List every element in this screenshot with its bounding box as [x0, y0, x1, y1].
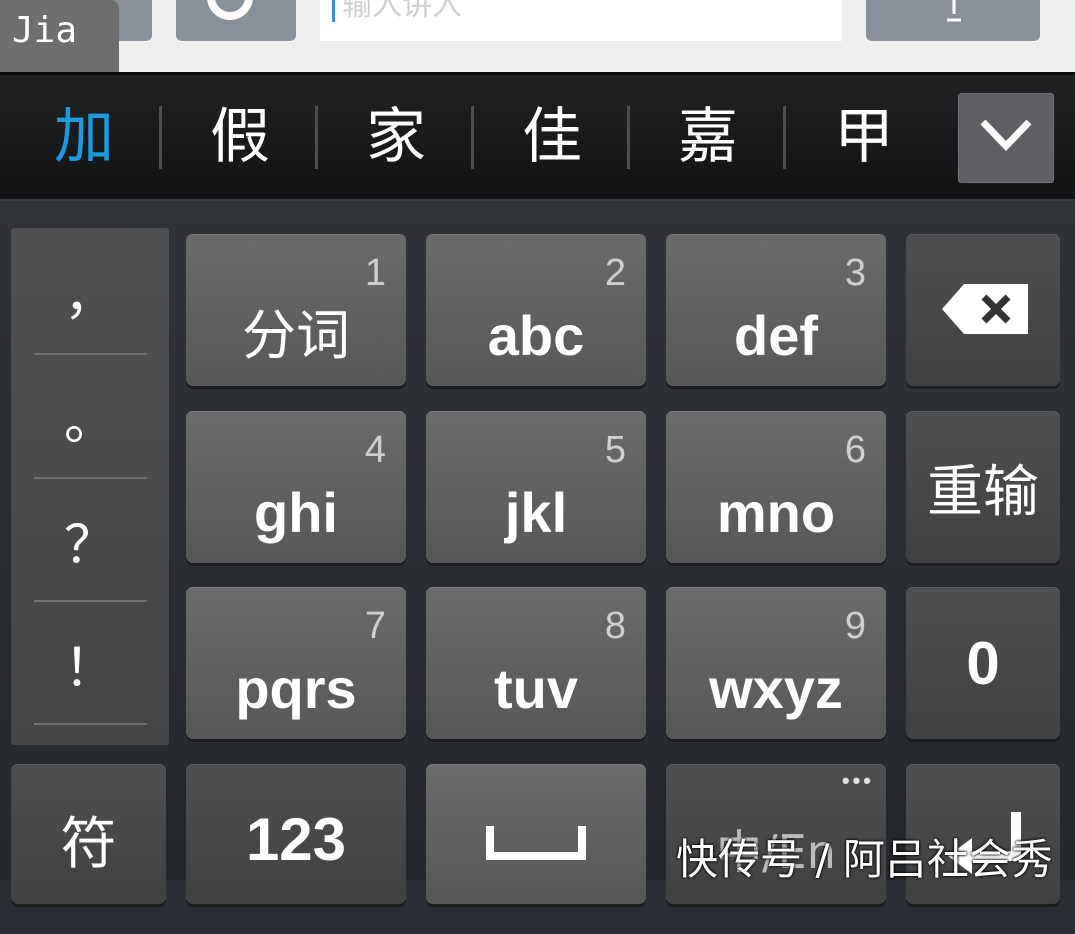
- punct-period[interactable]: 。: [11, 355, 169, 478]
- expand-candidates-button[interactable]: [958, 93, 1054, 183]
- candidate-separator: [315, 106, 318, 169]
- key-label: 分词: [242, 304, 350, 367]
- key-number: 7: [364, 605, 386, 647]
- candidate-separator: [471, 106, 474, 169]
- key-5-jkl[interactable]: 5 jkl: [426, 411, 646, 563]
- key-2-abc[interactable]: 2 abc: [426, 234, 646, 386]
- candidate-2[interactable]: 假: [170, 75, 310, 199]
- key-9-wxyz[interactable]: 9 wxyz: [666, 587, 886, 739]
- microphone-icon: [947, 0, 961, 22]
- key-number: 8: [604, 605, 626, 647]
- search-input[interactable]: 输入讲入: [320, 0, 842, 41]
- punctuation-column[interactable]: ， 。 ？ ！: [11, 228, 169, 745]
- key-number: 5: [604, 429, 626, 471]
- candidate-4[interactable]: 佳: [482, 75, 622, 199]
- key-4-ghi[interactable]: 4 ghi: [186, 411, 406, 563]
- key-label: wxyz: [709, 657, 843, 720]
- chevron-down-icon: [980, 119, 1032, 152]
- watermark: 快传号 / 阿吕社会秀: [676, 835, 1053, 884]
- key-number: 2: [604, 252, 626, 294]
- key-label: abc: [487, 304, 585, 367]
- candidate-6[interactable]: 甲: [794, 75, 934, 199]
- punct-exclamation[interactable]: ！: [11, 602, 169, 725]
- key-label: tuv: [494, 657, 578, 720]
- key-7-pqrs[interactable]: 7 pqrs: [186, 587, 406, 739]
- punct-question[interactable]: ？: [11, 479, 169, 602]
- candidate-bar: 加 假 家 佳 嘉 甲: [0, 75, 1075, 201]
- key-8-tuv[interactable]: 8 tuv: [426, 587, 646, 739]
- key-label: jkl: [504, 481, 568, 544]
- search-placeholder: 输入讲入: [342, 0, 462, 23]
- candidate-separator: [627, 106, 630, 169]
- key-label: ghi: [254, 481, 338, 544]
- key-0[interactable]: 0: [906, 587, 1060, 739]
- camera-icon: [207, 0, 253, 20]
- key-label: 符: [60, 811, 117, 877]
- key-number: 3: [844, 252, 866, 294]
- key-1-segment[interactable]: 1 分词: [186, 234, 406, 386]
- candidate-1[interactable]: 加: [14, 75, 154, 199]
- key-number: 6: [844, 429, 866, 471]
- key-label: 123: [245, 805, 347, 873]
- numbers-key[interactable]: 123: [186, 764, 406, 904]
- backspace-key[interactable]: [906, 234, 1060, 386]
- punct-comma[interactable]: ，: [11, 230, 169, 353]
- retype-key[interactable]: 重输: [906, 411, 1060, 563]
- key-label: 0: [966, 629, 1000, 697]
- key-6-mno[interactable]: 6 mno: [666, 411, 886, 563]
- app-top-bar: 输入讲入 Jia: [0, 0, 1075, 72]
- key-label: def: [734, 304, 818, 367]
- voice-button[interactable]: [866, 0, 1040, 41]
- key-label: pqrs: [235, 657, 357, 720]
- key-3-def[interactable]: 3 def: [666, 234, 886, 386]
- pinyin-composition: Jia: [0, 0, 119, 72]
- candidate-separator: [159, 106, 162, 169]
- key-label: mno: [716, 481, 836, 544]
- symbol-key[interactable]: 符: [11, 764, 166, 904]
- key-number: 1: [364, 252, 386, 294]
- candidate-3[interactable]: 家: [326, 75, 466, 199]
- key-number: 9: [844, 605, 866, 647]
- camera-button[interactable]: [176, 0, 296, 41]
- text-cursor: [332, 0, 335, 22]
- key-label: 重输: [927, 459, 1039, 525]
- space-icon: [486, 826, 586, 860]
- key-number: 4: [364, 429, 386, 471]
- candidate-separator: [783, 106, 786, 169]
- candidate-5[interactable]: 嘉: [638, 75, 778, 199]
- divider: [34, 723, 147, 725]
- space-key[interactable]: [426, 764, 646, 904]
- backspace-icon: [942, 284, 1028, 334]
